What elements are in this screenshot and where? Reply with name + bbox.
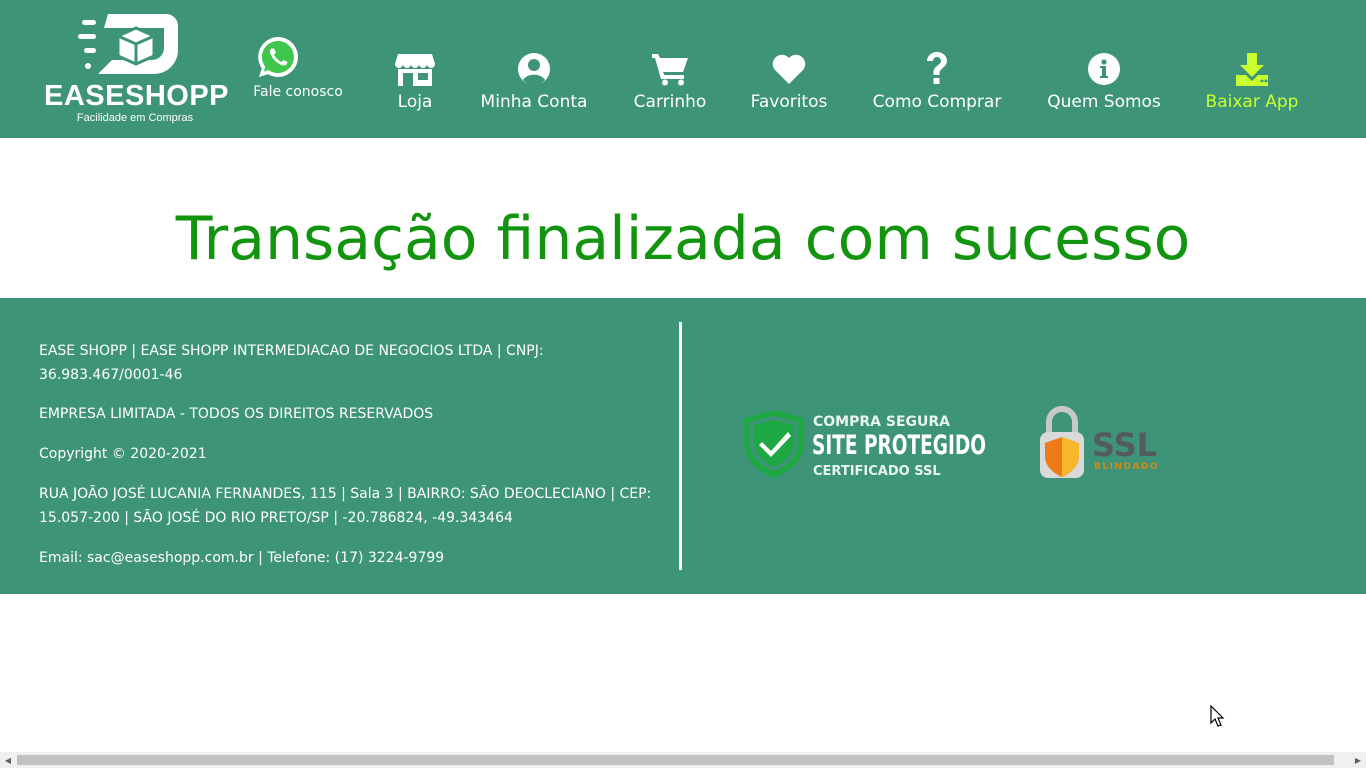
heart-icon (772, 54, 806, 84)
badge-site-bottom: CERTIFICADO SSL (813, 464, 941, 479)
address-line: RUA JOÃO JOSÉ LUCANIA FERNANDES, 115 | S… (39, 486, 652, 502)
site-protegido-badge: COMPRA SEGURA SITE PROTEGIDO CERTIFICADO… (744, 410, 986, 479)
nav-loja[interactable]: Loja (380, 50, 450, 120)
nav-label-carrinho: Carrinho (633, 92, 707, 112)
user-circle-icon (518, 53, 550, 86)
nav-minha-conta[interactable]: Minha Conta (474, 50, 594, 120)
nav-label-quem-somos: Quem Somos (1047, 92, 1161, 112)
nav-como-comprar[interactable]: Como Comprar (866, 50, 1008, 120)
horizontal-scrollbar[interactable]: ◀ ▶ (0, 752, 1366, 768)
badge-site-main: SITE PROTEGIDO (812, 430, 986, 461)
footer-contact: Email: sac@easeshopp.com.br | Telefone: … (39, 550, 445, 566)
nav-label-minha-conta: Minha Conta (480, 92, 588, 112)
store-icon (395, 54, 435, 86)
nav-label-loja: Loja (397, 92, 433, 112)
page-title: Transação finalizada com sucesso (175, 204, 1191, 274)
nav-favoritos[interactable]: Favoritos (744, 50, 834, 120)
scroll-right-arrow-icon[interactable]: ▶ (1350, 752, 1366, 768)
nav-baixar-app[interactable]: Baixar App (1200, 50, 1304, 120)
scrollbar-thumb[interactable] (17, 755, 1334, 765)
whatsapp-label: Fale conosco (253, 84, 343, 100)
company-line: EASE SHOPP | EASE SHOPP INTERMEDIACAO DE… (39, 343, 544, 359)
easeshopp-logo[interactable]: EASESHOPP Facilidade em Compras (44, 10, 229, 128)
scroll-left-arrow-icon[interactable]: ◀ (0, 752, 16, 768)
info-icon (1088, 53, 1120, 85)
nav-carrinho[interactable]: Carrinho (628, 50, 712, 120)
badge-site-top: COMPRA SEGURA (813, 414, 950, 430)
nav-label-favoritos: Favoritos (750, 92, 828, 112)
cnpj-line: 36.983.467/0001-46 (39, 367, 183, 383)
nav-quem-somos[interactable]: Quem Somos (1040, 50, 1168, 120)
nav-label-baixar-app: Baixar App (1205, 92, 1299, 112)
logo-title: EASESHOPP (44, 80, 229, 112)
footer-divider (679, 322, 682, 570)
whatsapp-contact-link[interactable]: Fale conosco (248, 34, 348, 106)
site-footer: EASE SHOPP | EASE SHOPP INTERMEDIACAO DE… (0, 298, 1366, 594)
footer-address: RUA JOÃO JOSÉ LUCANIA FERNANDES, 115 | S… (39, 482, 679, 530)
main-content: Transação finalizada com sucesso (0, 138, 1366, 298)
whatsapp-icon (258, 37, 298, 77)
footer-rights: EMPRESA LIMITADA - TODOS OS DIREITOS RES… (39, 406, 434, 422)
ssl-blindado-badge: SSL BLINDADO (1040, 406, 1159, 478)
footer-company-info: EASE SHOPP | EASE SHOPP INTERMEDIACAO DE… (39, 339, 679, 387)
question-icon (927, 52, 947, 84)
cart-icon (652, 54, 688, 86)
site-header: EASESHOPP Facilidade em Compras Fale con… (0, 0, 1366, 138)
nav-label-como-comprar: Como Comprar (872, 92, 1002, 112)
logo-box-icon (78, 14, 178, 74)
address-line: 15.057-200 | SÃO JOSÉ DO RIO PRETO/SP | … (39, 510, 513, 526)
badge-ssl-bottom: BLINDADO (1094, 462, 1159, 472)
download-icon (1236, 53, 1268, 86)
mouse-cursor-icon (1210, 705, 1225, 727)
badge-ssl-main: SSL (1092, 426, 1157, 464)
logo-tagline: Facilidade em Compras (76, 112, 194, 124)
page-blank-area (0, 594, 1366, 752)
footer-copyright: Copyright © 2020-2021 (39, 446, 207, 462)
